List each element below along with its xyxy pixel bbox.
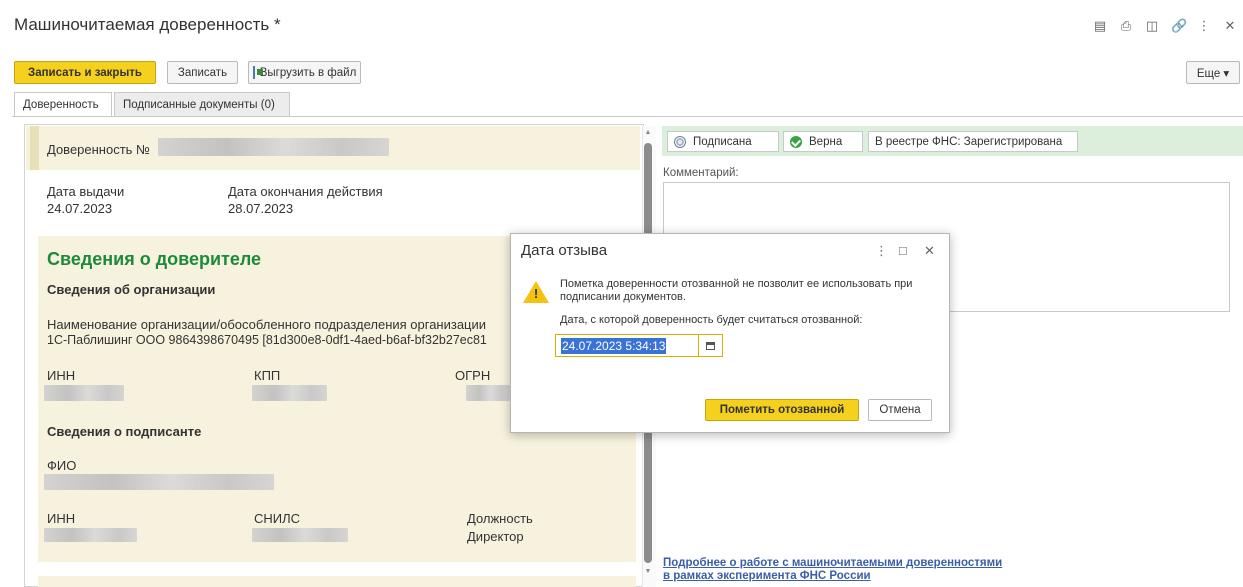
comment-label: Комментарий: <box>663 167 739 179</box>
end-date-label: Дата окончания действия <box>228 184 383 199</box>
calendar-icon <box>706 341 715 350</box>
status-registry: В реестре ФНС: Зарегистрирована <box>868 131 1078 152</box>
issue-date-label: Дата выдачи <box>47 184 125 199</box>
dialog-maximize-icon[interactable]: □ <box>899 243 907 258</box>
tab-divider <box>12 116 1243 117</box>
tab-power-of-attorney[interactable]: Доверенность <box>14 92 112 117</box>
org-inn-redacted <box>44 385 124 401</box>
signer-inn-label: ИНН <box>47 511 76 526</box>
number-strip-marker <box>30 126 39 170</box>
status-valid: Верна <box>783 131 863 152</box>
export-file-icon <box>252 66 263 79</box>
fns-info-link[interactable]: Подробнее о работе с машиночитаемыми дов… <box>663 557 1002 583</box>
title-icons: ▤ ⎙ ◫ 🔗 ⋮ ✕ <box>1093 18 1237 34</box>
fio-label: ФИО <box>47 458 77 473</box>
more-icon[interactable]: ⋮ <box>1197 18 1211 34</box>
save-close-button[interactable]: Записать и закрыть <box>14 61 156 84</box>
dialog-close-icon[interactable]: ✕ <box>924 243 935 259</box>
close-icon[interactable]: ✕ <box>1223 18 1237 34</box>
fns-info-link-line1[interactable]: Подробнее о работе с машиночитаемыми дов… <box>663 557 1002 570</box>
status-registry-label: В реестре ФНС: Зарегистрирована <box>875 135 1063 148</box>
org-inn-label: ИНН <box>47 368 76 383</box>
kpp-label: КПП <box>254 368 281 383</box>
revocation-date-input[interactable]: 24.07.2023 5:34:13 <box>555 334 723 357</box>
preview-icon[interactable]: ◫ <box>1145 18 1159 34</box>
save-button[interactable]: Записать <box>167 61 238 84</box>
tab-signed-documents[interactable]: Подписанные документы (0) <box>114 92 290 116</box>
snils-redacted <box>252 528 348 542</box>
end-date-value: 28.07.2023 <box>228 201 294 216</box>
next-section <box>38 576 636 587</box>
print-icon[interactable]: ⎙ <box>1119 18 1133 34</box>
calendar-button[interactable] <box>698 335 722 356</box>
position-value: Директор <box>467 529 524 544</box>
mark-revoked-button[interactable]: Пометить отозванной <box>705 399 859 421</box>
org-name-value: 1С-Паблишинг ООО 9864398670495 [81d300e8… <box>47 333 487 347</box>
dialog-more-icon[interactable]: ⋮ <box>875 243 888 259</box>
export-button[interactable]: Выгрузить в файл <box>248 61 361 84</box>
signer-inn-redacted <box>44 528 137 542</box>
ogrn-label: ОГРН <box>455 368 491 383</box>
scroll-down-icon[interactable]: ▼ <box>644 568 652 575</box>
kpp-redacted <box>252 385 327 401</box>
status-signed: Подписана <box>667 131 779 152</box>
revocation-date-value[interactable]: 24.07.2023 5:34:13 <box>561 338 667 354</box>
ogrn-redacted <box>466 385 510 401</box>
signer-info-title: Сведения о подписанте <box>47 424 202 439</box>
org-info-title: Сведения об организации <box>47 282 216 297</box>
position-label: Должность <box>467 511 533 526</box>
org-name-label: Наименование организации/обособленного п… <box>47 317 487 332</box>
scroll-up-icon[interactable]: ▲ <box>644 129 652 136</box>
fns-info-link-line2[interactable]: в рамках эксперимента ФНС России <box>663 570 1002 583</box>
save-icon[interactable]: ▤ <box>1093 18 1107 34</box>
dialog-warning-text: Пометка доверенности отозванной не позво… <box>560 278 913 303</box>
principal-section-title: Сведения о доверителе <box>47 249 262 269</box>
cancel-button[interactable]: Отмена <box>868 399 932 421</box>
export-button-label: Выгрузить в файл <box>259 66 357 79</box>
dialog-date-prompt: Дата, с которой доверенность будет счита… <box>560 314 863 326</box>
fio-redacted <box>44 474 274 490</box>
status-valid-label: Верна <box>809 135 843 148</box>
dialog-title: Дата отзыва <box>521 242 608 259</box>
check-icon <box>790 135 802 148</box>
number-value-redacted <box>158 138 389 156</box>
revocation-date-dialog: Дата отзыва ⋮ □ ✕ ! Пометка доверенности… <box>510 233 950 433</box>
window-title: Машиночитаемая доверенность * <box>14 15 281 34</box>
status-signed-label: Подписана <box>693 135 752 148</box>
snils-label: СНИЛС <box>254 511 301 526</box>
issue-date-value: 24.07.2023 <box>47 201 113 216</box>
number-label: Доверенность № <box>47 142 151 157</box>
link-icon[interactable]: 🔗 <box>1171 18 1187 34</box>
signed-status-icon <box>674 135 686 148</box>
more-button[interactable]: Еще ▾ <box>1186 61 1240 84</box>
warning-icon-mark: ! <box>533 286 539 301</box>
